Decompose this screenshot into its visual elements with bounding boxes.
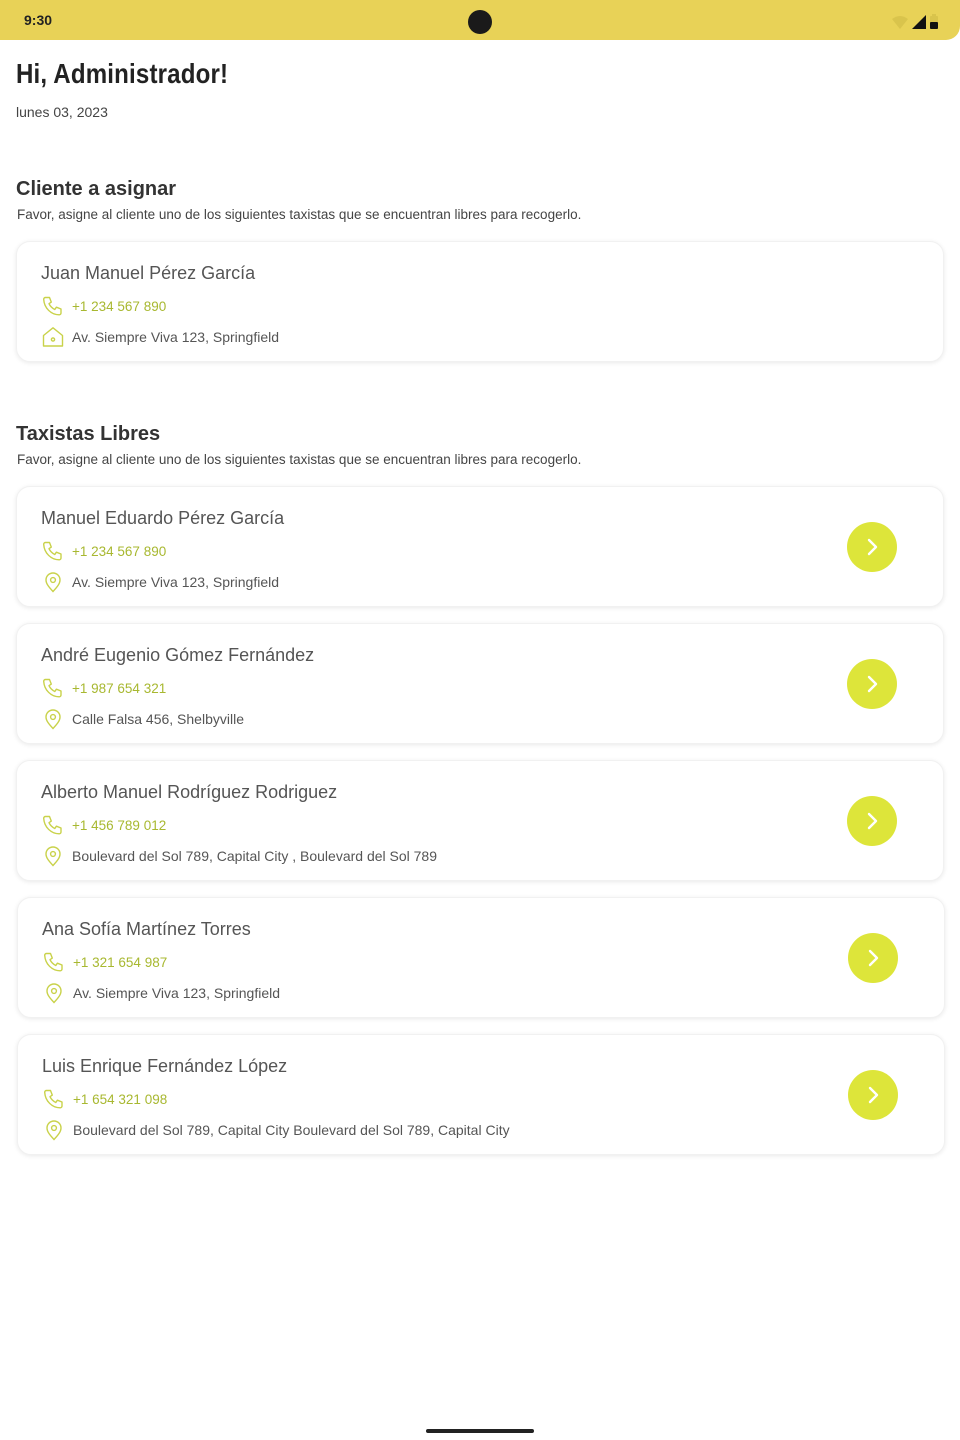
phone-icon	[43, 296, 62, 316]
drivers-section-description: Favor, asigne al cliente uno de los sigu…	[17, 452, 582, 467]
driver-card: Ana Sofía Martínez Torres +1 321 654 987…	[17, 897, 945, 1018]
driver-address: Av. Siempre Viva 123, Springfield	[72, 574, 280, 590]
select-driver-button[interactable]	[847, 659, 897, 709]
driver-address-row: Av. Siempre Viva 123, Springfield	[42, 981, 280, 1005]
home-indicator[interactable]	[426, 1429, 534, 1433]
driver-phone: +1 321 654 987	[73, 954, 168, 970]
location-pin-icon	[46, 1120, 62, 1141]
status-bar: 9:30	[0, 0, 960, 40]
driver-address: Boulevard del Sol 789, Capital City Boul…	[73, 1122, 510, 1138]
driver-phone-row: +1 234 567 890	[41, 539, 166, 563]
driver-address: Boulevard del Sol 789, Capital City , Bo…	[72, 848, 437, 864]
battery-icon	[930, 14, 938, 29]
chevron-right-icon	[867, 812, 878, 830]
select-driver-button[interactable]	[848, 933, 898, 983]
driver-name: Luis Enrique Fernández López	[42, 1056, 288, 1076]
phone-icon	[44, 1089, 63, 1109]
location-pin-icon	[45, 709, 61, 730]
driver-name: André Eugenio Gómez Fernández	[41, 645, 315, 665]
chevron-right-icon	[868, 949, 879, 967]
select-driver-button[interactable]	[847, 522, 897, 572]
camera-cutout	[468, 10, 492, 34]
client-card: Juan Manuel Pérez García +1 234 567 890 …	[16, 241, 944, 362]
phone-icon	[44, 952, 63, 972]
current-date: lunes 03, 2023	[16, 104, 108, 120]
driver-phone: +1 654 321 098	[73, 1091, 168, 1107]
client-phone: +1 234 567 890	[72, 298, 167, 314]
driver-phone-row: +1 456 789 012	[41, 813, 166, 837]
driver-address: Calle Falsa 456, Shelbyville	[72, 711, 244, 727]
client-address-row: Av. Siempre Viva 123, Springfield	[41, 325, 279, 349]
location-pin-icon	[46, 983, 62, 1004]
phone-icon	[43, 678, 62, 698]
location-pin-icon	[45, 846, 61, 867]
chevron-right-icon	[868, 1086, 879, 1104]
driver-phone: +1 234 567 890	[72, 543, 167, 559]
client-address: Av. Siempre Viva 123, Springfield	[72, 329, 280, 345]
driver-card: André Eugenio Gómez Fernández +1 987 654…	[16, 623, 944, 744]
driver-phone-row: +1 987 654 321	[41, 676, 166, 700]
greeting-title: Hi, Administrador!	[16, 58, 229, 89]
drivers-section-title: Taxistas Libres	[16, 423, 161, 445]
driver-phone-row: +1 321 654 987	[42, 950, 167, 974]
phone-icon	[43, 815, 62, 835]
chevron-right-icon	[867, 675, 878, 693]
client-phone-row: +1 234 567 890	[41, 294, 166, 318]
driver-phone: +1 987 654 321	[72, 680, 167, 696]
select-driver-button[interactable]	[847, 796, 897, 846]
driver-phone-row: +1 654 321 098	[42, 1087, 167, 1111]
driver-name: Ana Sofía Martínez Torres	[42, 919, 251, 939]
client-name: Juan Manuel Pérez García	[41, 263, 256, 283]
home-icon	[42, 327, 64, 347]
driver-address: Av. Siempre Viva 123, Springfield	[73, 985, 281, 1001]
wifi-icon	[892, 16, 908, 29]
signal-icon	[912, 15, 926, 29]
driver-name: Alberto Manuel Rodríguez Rodriguez	[41, 782, 338, 802]
driver-card: Luis Enrique Fernández López +1 654 321 …	[17, 1034, 945, 1155]
driver-address-row: Av. Siempre Viva 123, Springfield	[41, 570, 279, 594]
client-section-title: Cliente a asignar	[16, 178, 177, 200]
driver-address-row: Boulevard del Sol 789, Capital City Boul…	[42, 1118, 510, 1142]
client-section-description: Favor, asigne al cliente uno de los sigu…	[17, 207, 582, 222]
driver-address-row: Calle Falsa 456, Shelbyville	[41, 707, 244, 731]
driver-card: Manuel Eduardo Pérez García +1 234 567 8…	[16, 486, 944, 607]
status-icons	[892, 13, 938, 29]
chevron-right-icon	[867, 538, 878, 556]
driver-phone: +1 456 789 012	[72, 817, 167, 833]
driver-card: Alberto Manuel Rodríguez Rodriguez +1 45…	[16, 760, 944, 881]
status-time: 9:30	[24, 12, 53, 28]
driver-name: Manuel Eduardo Pérez García	[41, 508, 285, 528]
select-driver-button[interactable]	[848, 1070, 898, 1120]
driver-address-row: Boulevard del Sol 789, Capital City , Bo…	[41, 844, 437, 868]
phone-icon	[43, 541, 62, 561]
location-pin-icon	[45, 572, 61, 593]
